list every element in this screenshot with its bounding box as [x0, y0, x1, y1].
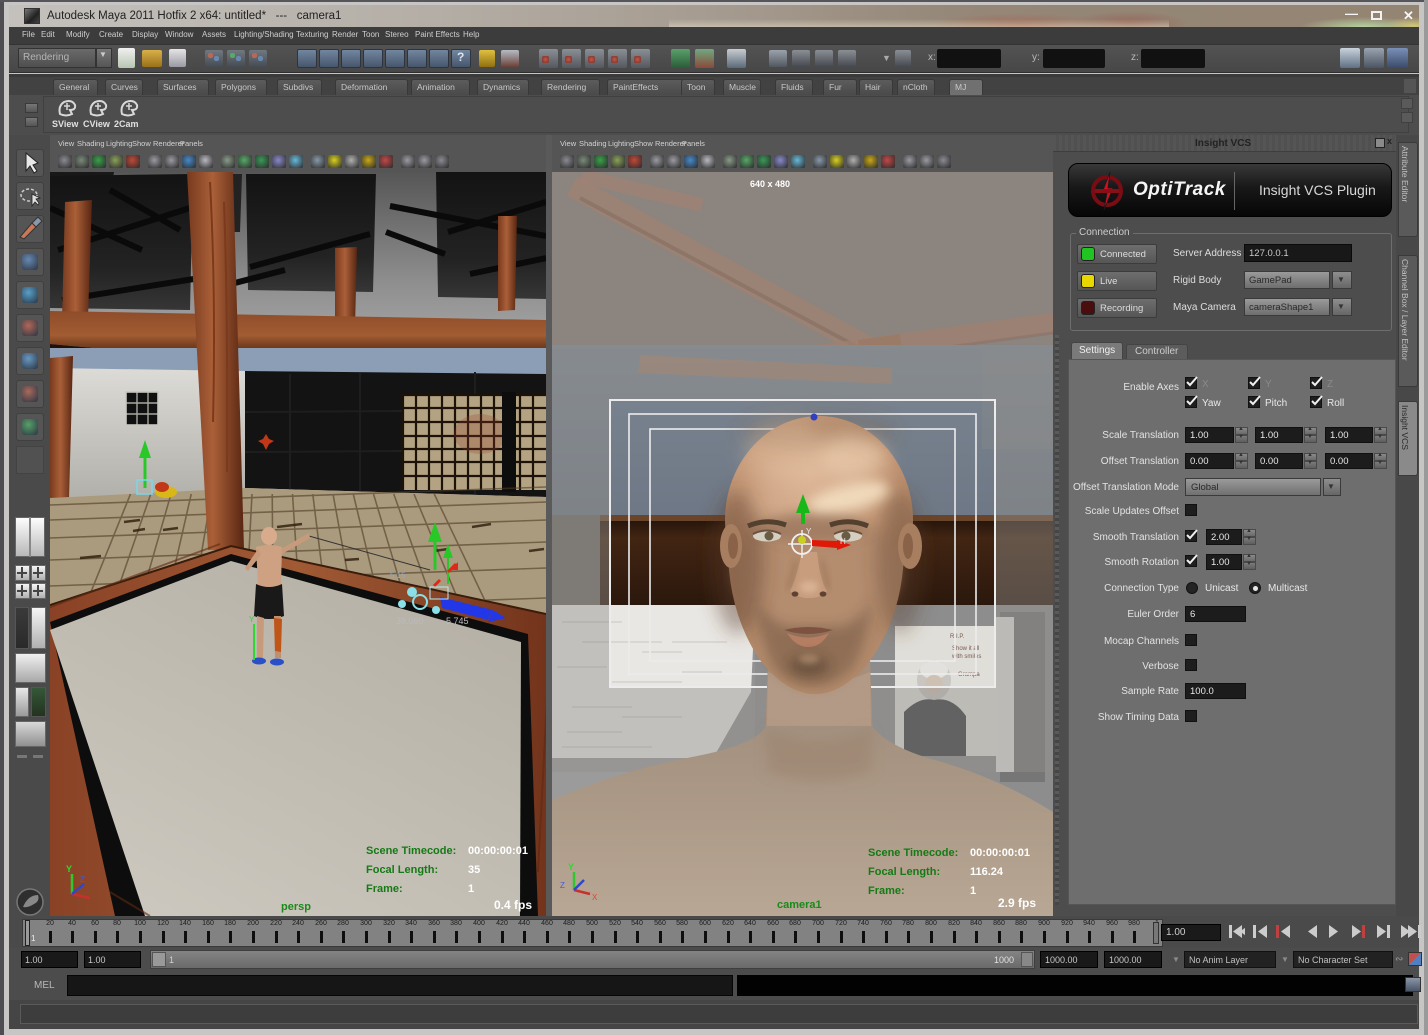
svg-text:persp: persp [281, 901, 311, 913]
svg-text:camera1: camera1 [777, 899, 822, 911]
svg-text:Frame:: Frame: [868, 885, 905, 897]
svg-text:R.I.P.: R.I.P. [950, 634, 965, 640]
svg-text:Y: Y [66, 864, 72, 874]
svg-text:5.745: 5.745 [446, 616, 469, 626]
svg-text:1: 1 [970, 885, 976, 897]
svg-text:Y: Y [806, 527, 812, 536]
svg-text:Z: Z [80, 875, 85, 884]
svg-text:Z: Z [560, 881, 565, 890]
svg-text:5.15: 5.15 [390, 571, 406, 580]
svg-text:35: 35 [468, 864, 480, 876]
svg-text:38.060: 38.060 [396, 616, 424, 626]
svg-text:1: 1 [468, 883, 474, 895]
svg-text:Scene Timecode:: Scene Timecode: [366, 845, 456, 857]
svg-text:Focal Length:: Focal Length: [366, 864, 438, 876]
svg-text:X: X [592, 893, 598, 902]
svg-text:Y: Y [568, 862, 574, 872]
svg-text:Scene Timecode:: Scene Timecode: [868, 847, 958, 859]
svg-text:2.9 fps: 2.9 fps [998, 896, 1036, 910]
svg-text:00:00:00:01: 00:00:00:01 [468, 845, 528, 857]
svg-text:H: H [840, 537, 846, 546]
svg-text:640 x 480: 640 x 480 [750, 179, 790, 189]
svg-text:00:00:00:01: 00:00:00:01 [970, 847, 1030, 859]
svg-text:Frame:: Frame: [366, 883, 403, 895]
svg-text:Y: Y [249, 615, 255, 624]
svg-text:116.24: 116.24 [970, 866, 1004, 878]
svg-text:Focal Length:: Focal Length: [868, 866, 940, 878]
svg-text:0.4 fps: 0.4 fps [494, 898, 532, 912]
